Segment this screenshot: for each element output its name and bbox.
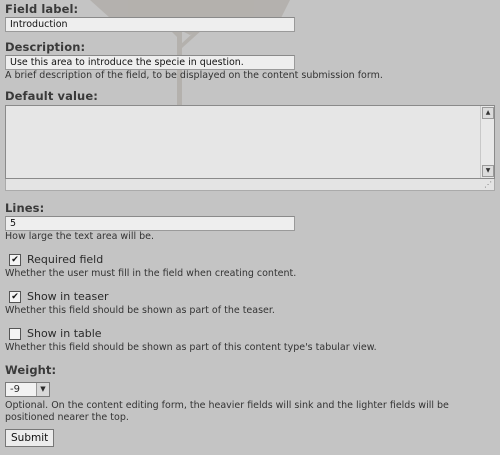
weight-selected-value: -9 — [10, 384, 20, 395]
table-help: Whether this field should be shown as pa… — [5, 342, 377, 353]
teaser-help: Whether this field should be shown as pa… — [5, 305, 275, 316]
required-row: ✔ Required field — [5, 253, 497, 266]
lines-input[interactable]: 5 — [5, 216, 295, 231]
field-label-label: Field label: — [5, 2, 79, 16]
field-settings-form: Field label: Introduction Description: U… — [5, 2, 497, 447]
required-checkbox[interactable]: ✔ — [9, 253, 21, 266]
default-value-label: Default value: — [5, 89, 98, 103]
weight-label: Weight: — [5, 363, 57, 377]
description-label: Description: — [5, 40, 86, 54]
table-row: Show in table — [5, 327, 497, 340]
weight-help-line1: Optional. On the content editing form, t… — [5, 400, 449, 411]
default-value-textarea[interactable]: ▲ ▼ — [5, 105, 495, 179]
chevron-down-icon[interactable]: ▼ — [36, 383, 49, 396]
teaser-checkbox[interactable]: ✔ — [9, 290, 21, 303]
vertical-scrollbar[interactable]: ▲ ▼ — [480, 106, 494, 178]
lines-label: Lines: — [5, 201, 45, 215]
textarea-resize-handle[interactable]: ⋰ — [5, 179, 495, 191]
required-help: Whether the user must fill in the field … — [5, 268, 297, 279]
scroll-down-icon[interactable]: ▼ — [482, 165, 494, 177]
resize-grip-icon: ⋰ — [484, 180, 492, 189]
lines-help: How large the text area will be. — [5, 231, 155, 242]
required-label[interactable]: Required field — [27, 253, 103, 266]
description-input[interactable]: Use this area to introduce the specie in… — [5, 55, 295, 70]
weight-help-line2: positioned nearer the top. — [5, 412, 129, 423]
scroll-up-icon[interactable]: ▲ — [482, 107, 494, 119]
table-checkbox[interactable] — [9, 327, 21, 340]
field-label-input[interactable]: Introduction — [5, 17, 295, 32]
submit-button[interactable]: Submit — [5, 429, 55, 447]
description-help: A brief description of the field, to be … — [5, 70, 383, 81]
weight-select[interactable]: -9 ▼ — [5, 382, 50, 397]
teaser-label[interactable]: Show in teaser — [27, 290, 109, 303]
teaser-row: ✔ Show in teaser — [5, 290, 497, 303]
table-label[interactable]: Show in table — [27, 327, 102, 340]
